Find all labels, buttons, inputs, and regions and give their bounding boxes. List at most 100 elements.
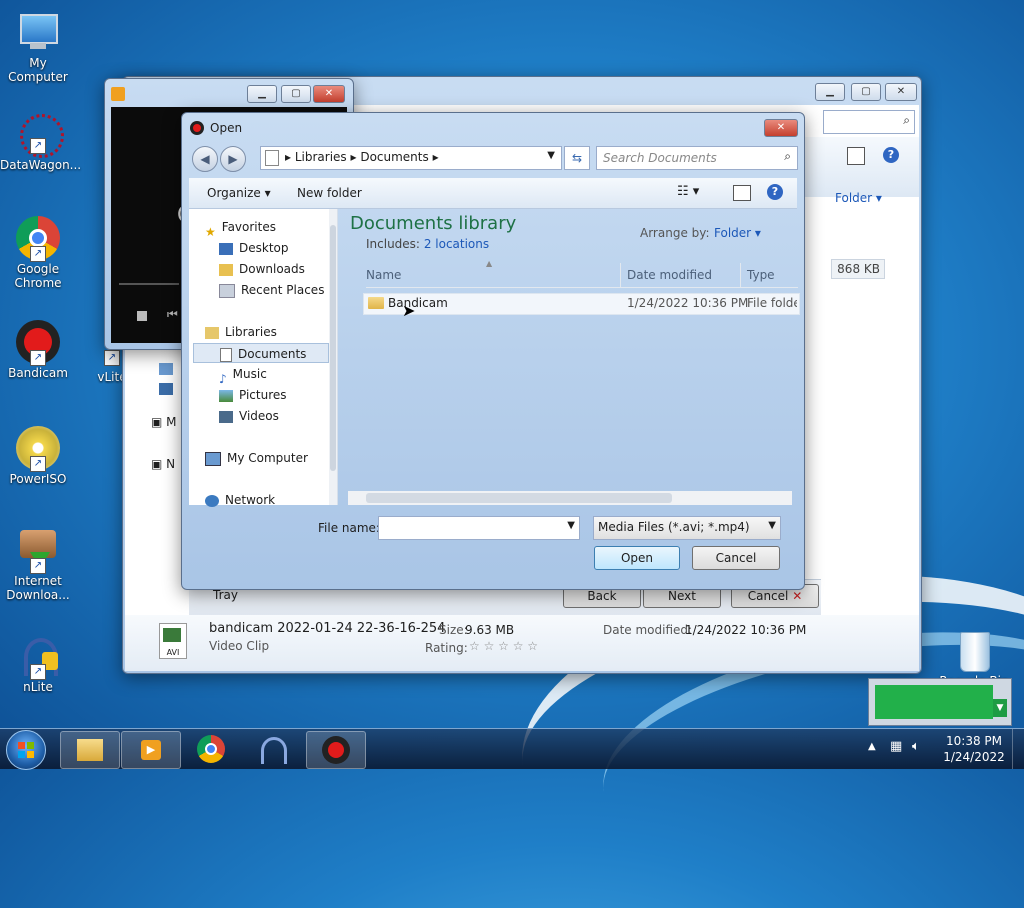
preview-pane-icon[interactable] [847,147,865,165]
datawagon-icon: ↗ [16,112,64,158]
desktop-icon-nlite[interactable]: ↗ nLite [0,634,76,694]
views-icon[interactable]: ☷ ▾ [677,184,699,199]
arrange-by-label: Arrange by: [640,226,710,240]
desktop-icon-bandicam[interactable]: ↗ Bandicam [0,320,76,380]
desktop-icon-datawagon[interactable]: ↗ DataWagon... [0,112,81,172]
filename-input[interactable]: ▼ [378,516,580,540]
downloads-folder-icon [219,263,233,276]
arrange-by-dropdown[interactable]: Folder ▾ [714,226,761,240]
libraries-icon [205,326,219,339]
nav-music[interactable]: ♪ Music [219,364,267,386]
mouse-cursor-icon: ➤ [402,301,416,320]
chrome-icon [197,735,225,763]
horizontal-scrollbar[interactable] [348,491,792,505]
desktop-icon-internet-download[interactable]: ↗ Internet Downloa... [0,528,76,602]
player-minimize-button[interactable]: ▁ [247,85,277,103]
cancel-button[interactable]: Cancel [692,546,780,570]
col-name[interactable]: Name [366,268,401,282]
taskbar-nlite-button[interactable] [243,731,301,767]
clock[interactable]: 10:38 PM 1/24/2022 [942,733,1006,765]
player-seek-bar[interactable] [119,283,179,285]
nav-libraries[interactable]: Libraries [205,322,277,342]
nav-downloads[interactable]: Downloads [219,259,305,279]
search-icon[interactable]: ⌕ [784,149,791,164]
help-icon[interactable]: ? [883,147,899,163]
details-rating-label: Rating: [425,641,468,655]
documents-icon [220,347,232,362]
organize-button[interactable]: Organize ▾ [207,186,271,200]
back-arrow-icon[interactable]: ◀ [192,146,218,172]
table-row[interactable]: Bandicam 1/24/2022 10:36 PM File folder [363,293,800,315]
taskbar-bandicam-button[interactable] [306,731,366,769]
col-type[interactable]: Type [747,268,775,282]
explorer-close-button[interactable]: ✕ [885,83,917,101]
explorer-nav-item-n[interactable]: ▣ N [151,457,175,471]
search-icon: ⌕ [903,113,910,127]
help-icon[interactable]: ? [767,184,783,200]
show-desktop-button[interactable] [1012,729,1024,769]
nav-documents[interactable]: Documents [193,343,329,363]
nlite-icon: ↗ [16,634,60,680]
desktop-icon-poweriso[interactable]: ↗ PowerISO [0,426,76,486]
includes-link[interactable]: 2 locations [424,237,489,251]
pictures-icon [219,389,233,402]
stop-icon[interactable] [137,311,147,321]
dialog-close-button[interactable]: ✕ [764,119,798,137]
forward-arrow-icon[interactable]: ▶ [220,146,246,172]
taskbar-chrome-button[interactable] [182,731,240,767]
volume-icon[interactable]: 🔈︎ [912,739,920,754]
explorer-maximize-button[interactable]: ▢ [851,83,881,101]
network-tray-icon[interactable]: ▦ [890,739,902,754]
col-date-modified[interactable]: Date modified [627,268,712,282]
open-dialog[interactable]: Open ✕ ◀ ▶ ▸ Libraries ▸ Documents ▸ ▼ ⇆… [181,112,805,590]
nav-recent-places[interactable]: Recent Places [219,280,324,300]
computer-icon [16,10,60,54]
player-maximize-button[interactable]: ▢ [281,85,311,103]
new-folder-button[interactable]: New folder [297,186,362,200]
address-dropdown-icon[interactable]: ▼ [547,150,555,161]
search-box[interactable]: Search Documents ⌕ [596,146,798,170]
nav-pictures[interactable]: Pictures [219,385,287,405]
taskbar-explorer-button[interactable] [60,731,120,769]
nav-scrollbar[interactable] [329,209,337,505]
explorer-search-box[interactable]: ⌕ [823,110,915,134]
filetype-select[interactable]: Media Files (*.avi; *.mp4) ▼ [593,516,781,540]
show-hidden-icons-icon[interactable]: ▲ [868,741,876,752]
chrome-icon: ↗ [16,216,60,262]
breadcrumb-documents[interactable]: Documents [360,150,428,164]
nav-favorites[interactable]: ★ Favorites [205,217,276,239]
desktop-icon-my-computer[interactable]: My Computer [0,10,76,84]
filename-dropdown-icon[interactable]: ▼ [567,520,575,531]
explorer-minimize-button[interactable]: ▁ [815,83,845,101]
taskbar: ▶ ▲ ▦ 🔈︎ 10:38 PM 1/24/2022 [0,728,1024,770]
details-file-name: bandicam 2022-01-24 22-36-16-254 [209,621,446,636]
nav-network[interactable]: Network [205,490,275,510]
breadcrumb-libraries[interactable]: Libraries [295,150,347,164]
explorer-nav-item-m[interactable]: ▣ M [151,415,177,429]
nav-my-computer[interactable]: My Computer [205,448,308,468]
start-button[interactable] [6,730,46,770]
open-button[interactable]: Open [594,546,680,570]
nav-desktop[interactable]: Desktop [219,238,289,258]
explorer-nav-icon-1 [159,363,173,375]
idm-icon: ↗ [16,528,60,574]
network-icon [205,494,219,507]
refresh-icon[interactable]: ⇆ [564,146,590,170]
dialog-title: Open [210,121,243,135]
rating-stars[interactable]: ☆ ☆ ☆ ☆ ☆ [469,639,538,653]
tray-popup[interactable]: ▼ [868,678,1012,726]
tray-item[interactable]: Tray [213,588,238,602]
tray-popup-arrow-icon[interactable]: ▼ [993,699,1007,717]
prev-icon[interactable]: ⏮ [167,307,178,322]
library-icon [265,150,279,166]
nav-videos[interactable]: Videos [219,406,279,426]
preview-pane-icon[interactable] [733,185,751,201]
navigation-pane: ★ Favorites Desktop Downloads Recent Plac… [189,209,338,507]
explorer-arrange-value[interactable]: Folder ▾ [835,191,882,205]
desktop-icon-chrome[interactable]: ↗ Google Chrome [0,216,76,290]
player-close-button[interactable]: ✕ [313,85,345,103]
taskbar-player-button[interactable]: ▶ [121,731,181,769]
file-date: 1/24/2022 10:36 PM [627,296,749,310]
clock-time: 10:38 PM [946,734,1002,748]
address-bar[interactable]: ▸ Libraries ▸ Documents ▸ ▼ [260,146,562,170]
